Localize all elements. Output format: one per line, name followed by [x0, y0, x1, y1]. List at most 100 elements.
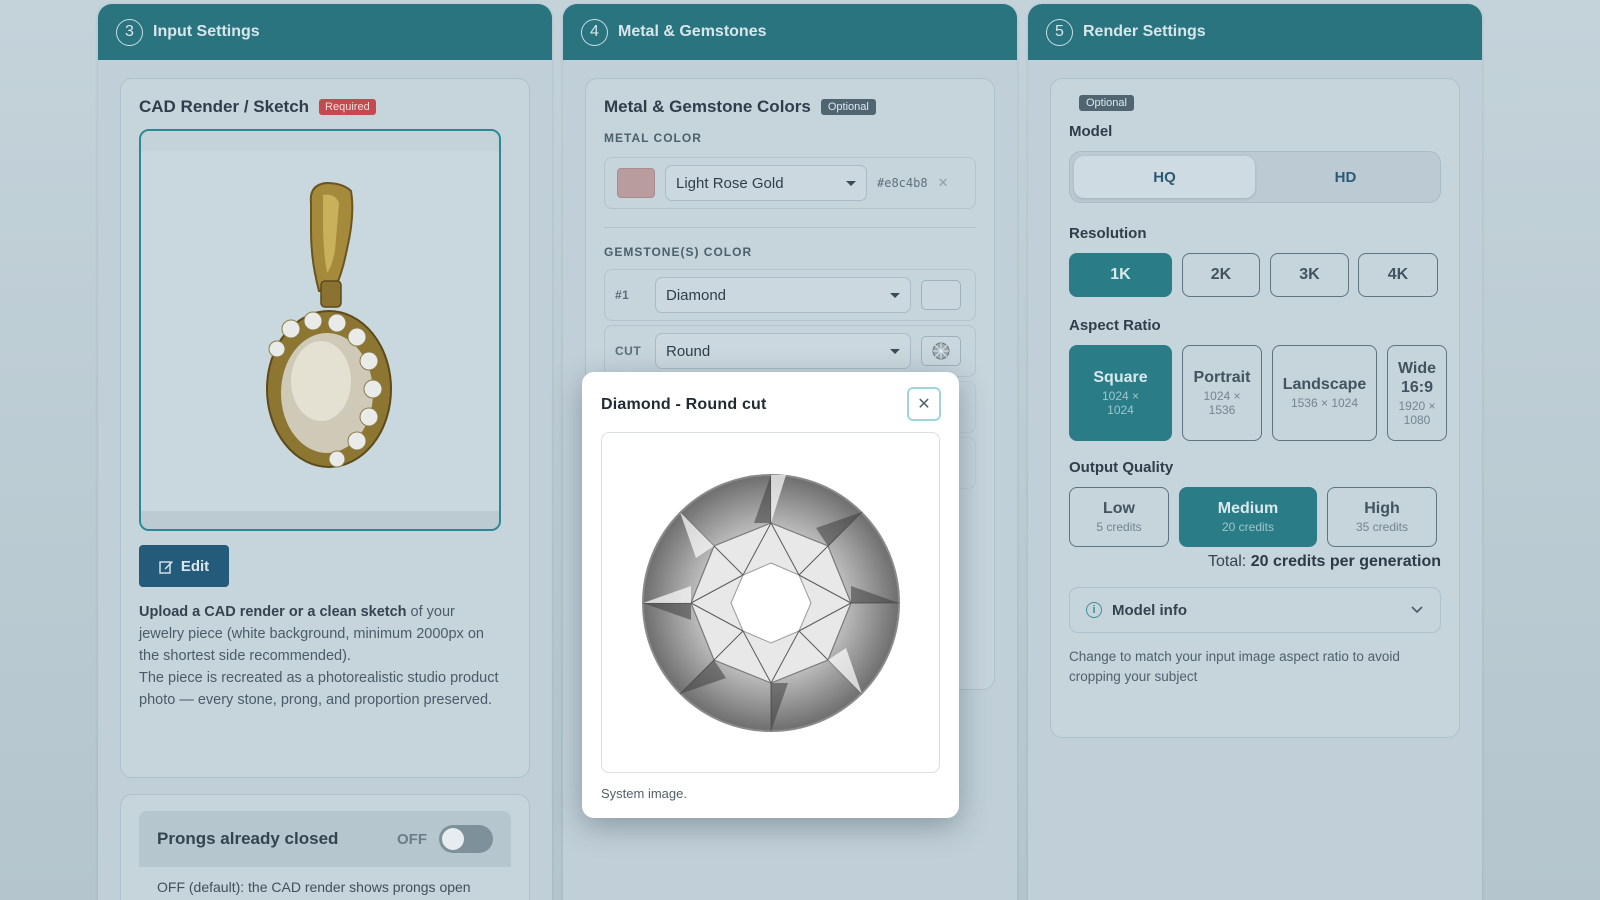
- gemstone-row: #1 Diamond: [604, 269, 976, 321]
- card-title-text: Metal & Gemstone Colors: [604, 97, 811, 116]
- prongs-card: Prongs already closed OFF OFF (default):…: [120, 794, 530, 900]
- metal-color-row: Light Rose Gold #e8c4b8 ✕: [604, 157, 976, 209]
- edit-button[interactable]: Edit: [139, 545, 229, 587]
- diamond-image: [601, 432, 940, 773]
- gemstone-select-value: Diamond: [666, 286, 727, 304]
- panel-header: 3 Input Settings: [98, 4, 552, 60]
- aspect-name: Wide 16:9: [1397, 360, 1437, 396]
- step-number: 4: [581, 18, 608, 46]
- resolution-label: Resolution: [1069, 225, 1147, 242]
- gem-preview-modal: Diamond - Round cut ✕ System image.: [582, 372, 959, 818]
- card-title-text: CAD Render / Sketch: [139, 97, 310, 116]
- cut-select[interactable]: Round: [655, 333, 911, 369]
- cad-image-dropzone[interactable]: [139, 129, 501, 531]
- cut-preview-button[interactable]: [921, 336, 961, 366]
- resolution-4k[interactable]: 4K: [1358, 253, 1438, 297]
- model-segmented-control: HQ HD: [1069, 151, 1441, 203]
- prongs-toggle-row: Prongs already closed OFF: [139, 811, 511, 867]
- total-credits: Total: 20 credits per generation: [1208, 553, 1441, 571]
- render-settings-panel: 5 Render Settings Optional Model HQ HD R…: [1028, 4, 1482, 900]
- model-option-hq[interactable]: HQ: [1074, 156, 1255, 198]
- panel-header: 4 Metal & Gemstones: [563, 4, 1017, 60]
- model-info-label: Model info: [1112, 601, 1187, 619]
- optional-badge: Optional: [1079, 95, 1134, 111]
- panel-title: Metal & Gemstones: [618, 23, 767, 40]
- aspect-wide[interactable]: Wide 16:9 1920 × 1080: [1387, 345, 1447, 441]
- quality-high[interactable]: High 35 credits: [1327, 487, 1437, 547]
- clear-icon[interactable]: ✕: [938, 175, 949, 191]
- total-value: 20 credits per generation: [1250, 553, 1441, 570]
- toggle-knob: [442, 828, 464, 850]
- chevron-down-icon: [890, 292, 900, 298]
- model-info-accordion[interactable]: i Model info: [1069, 587, 1441, 633]
- aspect-dims: 1920 × 1080: [1398, 399, 1436, 427]
- gemstone-select[interactable]: Diamond: [655, 277, 911, 313]
- upload-description: Upload a CAD render or a clean sketch of…: [139, 601, 501, 711]
- close-button[interactable]: ✕: [907, 387, 941, 421]
- prongs-toggle[interactable]: [439, 825, 493, 853]
- model-label: Model: [1069, 123, 1113, 140]
- panel-title: Input Settings: [153, 23, 260, 40]
- metal-color-label: METAL COLOR: [604, 131, 702, 145]
- panel-title: Render Settings: [1083, 23, 1206, 40]
- aspect-name: Portrait: [1193, 369, 1251, 386]
- quality-credits: 5 credits: [1096, 520, 1142, 534]
- divider: [604, 227, 976, 228]
- card-title: Metal & Gemstone Colors Optional: [604, 97, 876, 117]
- step-number: 3: [116, 18, 143, 46]
- metal-select[interactable]: Light Rose Gold: [665, 165, 867, 201]
- upload-description-bold: Upload a CAD render or a clean sketch: [139, 604, 407, 620]
- aspect-ratio-label: Aspect Ratio: [1069, 317, 1161, 334]
- modal-title: Diamond - Round cut: [601, 396, 767, 413]
- render-card: Optional Model HQ HD Resolution 1K 2K 3K…: [1050, 78, 1460, 738]
- info-icon: i: [1086, 602, 1102, 618]
- aspect-dims: 1536 × 1024: [1290, 396, 1359, 410]
- step-number: 5: [1046, 18, 1073, 46]
- quality-credits: 35 credits: [1355, 520, 1409, 534]
- total-prefix: Total:: [1208, 553, 1247, 570]
- metal-swatch[interactable]: [617, 168, 655, 198]
- gem-index: #1: [615, 288, 630, 302]
- input-settings-panel: 3 Input Settings CAD Render / Sketch Req…: [98, 4, 552, 900]
- cad-upload-card: CAD Render / Sketch Required Edit Upload…: [120, 78, 530, 778]
- quality-medium[interactable]: Medium 20 credits: [1179, 487, 1317, 547]
- cut-select-value: Round: [666, 342, 711, 360]
- chevron-down-icon: [846, 180, 856, 186]
- quality-name: High: [1364, 500, 1400, 517]
- model-option-hd[interactable]: HD: [1255, 156, 1436, 198]
- quality-credits: 20 credits: [1221, 520, 1275, 534]
- diamond-icon: [932, 342, 950, 360]
- quality-name: Low: [1103, 500, 1135, 517]
- gemstone-color-label: GEMSTONE(S) COLOR: [604, 245, 753, 259]
- round-diamond-picture: [641, 473, 900, 732]
- aspect-dims: 1024 × 1024: [1101, 389, 1140, 417]
- optional-badge: Optional: [820, 99, 876, 115]
- metal-select-value: Light Rose Gold: [676, 174, 784, 192]
- quality-low[interactable]: Low 5 credits: [1069, 487, 1169, 547]
- required-badge: Required: [319, 99, 376, 115]
- prongs-label: Prongs already closed: [157, 829, 339, 848]
- output-quality-label: Output Quality: [1069, 459, 1174, 476]
- chevron-down-icon: [1411, 606, 1423, 614]
- aspect-dims: 1024 × 1536: [1203, 389, 1241, 417]
- aspect-landscape[interactable]: Landscape 1536 × 1024: [1272, 345, 1377, 441]
- quality-name: Medium: [1217, 500, 1279, 517]
- cut-label: CUT: [615, 344, 642, 358]
- resolution-1k[interactable]: 1K: [1069, 253, 1172, 297]
- aspect-name: Square: [1093, 369, 1148, 386]
- resolution-3k[interactable]: 3K: [1270, 253, 1349, 297]
- resolution-2k[interactable]: 2K: [1182, 253, 1260, 297]
- cut-row: CUT Round: [604, 325, 976, 377]
- upload-description-line2: The piece is recreated as a photorealist…: [139, 670, 499, 708]
- aspect-portrait[interactable]: Portrait 1024 × 1536: [1182, 345, 1262, 441]
- aspect-hint: Change to match your input image aspect …: [1069, 649, 1400, 684]
- chevron-down-icon: [890, 348, 900, 354]
- aspect-square[interactable]: Square 1024 × 1024: [1069, 345, 1172, 441]
- aspect-name: Landscape: [1282, 376, 1367, 393]
- prongs-state: OFF: [397, 830, 427, 848]
- pendant-image: [141, 131, 499, 529]
- gem-color-swatch[interactable]: [921, 280, 961, 310]
- panel-header: 5 Render Settings: [1028, 4, 1482, 60]
- close-icon: ✕: [917, 396, 931, 413]
- metal-hex: #e8c4b8: [877, 176, 928, 190]
